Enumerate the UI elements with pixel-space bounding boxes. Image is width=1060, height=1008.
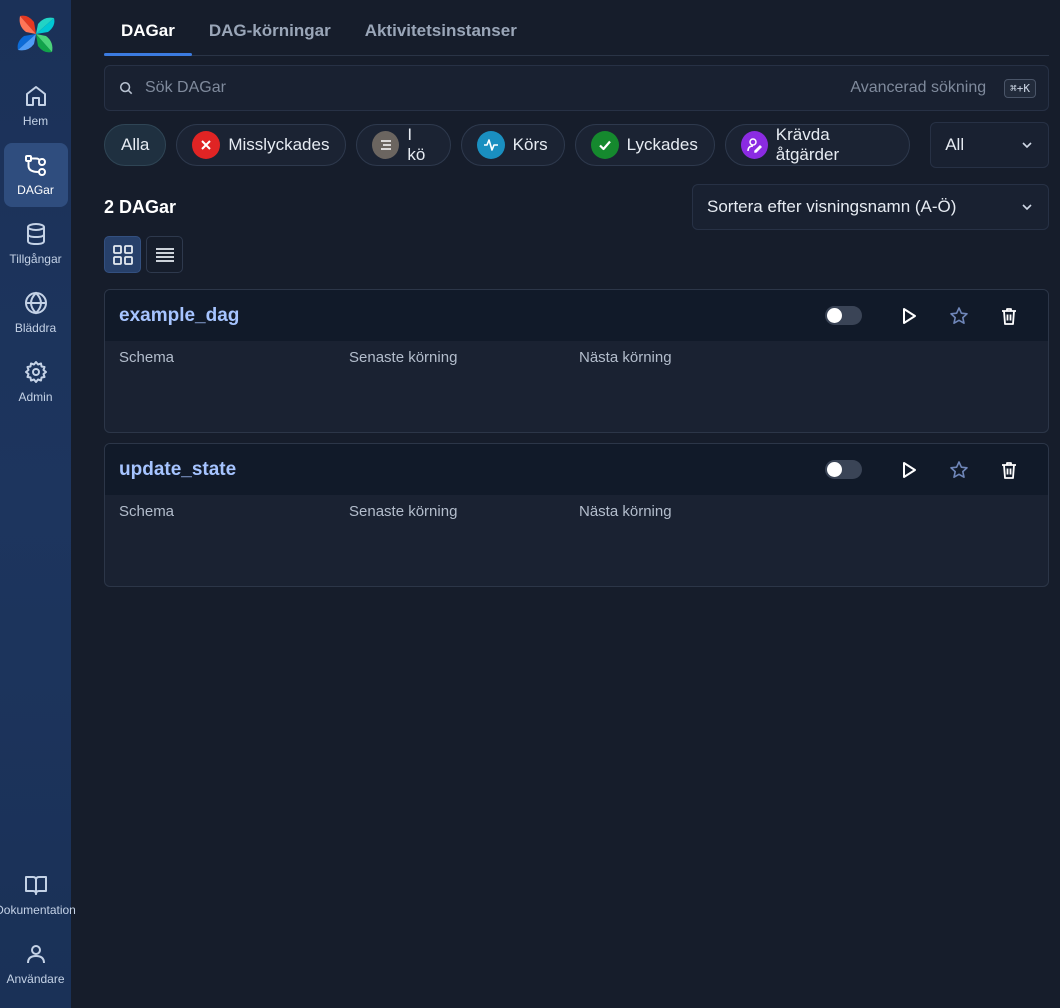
filter-running-label: Körs [512, 135, 548, 154]
activity-icon [476, 131, 505, 159]
state-filters: Alla Misslyckades I kö Körs Lyckades Krä… [104, 122, 1050, 168]
delete-dag-button[interactable] [984, 452, 1034, 488]
pause-toggle[interactable] [825, 306, 862, 325]
filter-all[interactable]: Alla [104, 124, 167, 166]
chevron-down-icon [1022, 204, 1032, 211]
card-view-button[interactable] [104, 236, 141, 273]
trigger-dag-button[interactable] [884, 452, 934, 488]
dag-name-link[interactable]: update_state [119, 459, 236, 481]
airflow-logo[interactable] [14, 12, 58, 56]
nav-user-label: Användare [6, 972, 65, 986]
schedule-label: Schema [119, 349, 175, 366]
nav-browse-label: Bläddra [14, 321, 57, 335]
dag-actions [825, 298, 1034, 334]
trigger-dag-button[interactable] [884, 298, 934, 334]
gear-icon [24, 361, 47, 383]
nav-home-label: Hem [22, 114, 49, 128]
nav-dags[interactable]: DAGar [3, 143, 68, 207]
filter-failed-label: Misslyckades [228, 135, 330, 154]
nav-dags-label: DAGar [17, 183, 54, 197]
main-content: DAGar DAG-körningar Aktivitetsinstanser … [104, 0, 1050, 587]
play-icon [903, 307, 916, 324]
database-icon [26, 223, 45, 246]
view-toggle [104, 236, 1049, 273]
home-icon [25, 86, 46, 106]
list-header: 2 DAGar Sortera efter visningsnamn (A-Ö) [104, 184, 1049, 230]
user-edit-icon [740, 131, 768, 159]
queue-icon [372, 131, 400, 159]
dag-count: 2 DAGar [104, 196, 177, 217]
favorite-button[interactable] [934, 452, 984, 488]
star-icon [950, 460, 968, 478]
toggle-knob [827, 462, 842, 477]
dag-actions [825, 452, 1034, 488]
filter-queued[interactable]: I kö [356, 124, 451, 166]
search-bar: Avancerad sökning ⌘+K [104, 65, 1049, 111]
dag-card: update_state Schema Senaste körning Näst… [104, 443, 1049, 587]
trash-icon [1002, 461, 1016, 479]
nav-admin[interactable]: Admin [4, 350, 68, 414]
filter-required-actions[interactable]: Krävda åtgärder [724, 124, 911, 166]
list-icon [155, 247, 174, 262]
nav-assets[interactable]: Tillgångar [4, 212, 68, 276]
nav-assets-label: Tillgångar [9, 252, 62, 266]
x-icon [192, 131, 221, 159]
filter-success-label: Lyckades [626, 135, 698, 154]
search-input[interactable] [145, 79, 851, 97]
filter-success[interactable]: Lyckades [574, 124, 715, 166]
sort-select-value: Sortera efter visningsnamn (A-Ö) [707, 197, 957, 216]
trash-icon [1002, 307, 1016, 325]
dag-card-body: Schema Senaste körning Nästa körning [105, 341, 1048, 374]
play-icon [903, 461, 916, 478]
favorite-button[interactable] [934, 298, 984, 334]
book-icon [24, 876, 47, 895]
latest-run-label: Senaste körning [349, 349, 458, 366]
check-icon [590, 131, 619, 159]
filter-select[interactable]: All [930, 122, 1050, 168]
dag-card: example_dag Schema Senaste körning Nästa… [104, 289, 1049, 433]
table-view-button[interactable] [146, 236, 183, 273]
tab-dag-runs[interactable]: DAG-körningar [192, 21, 348, 55]
nav-docs-label: Dokumentation [0, 903, 76, 917]
nav-user[interactable]: Användare [0, 932, 71, 996]
globe-icon [24, 291, 47, 315]
filter-required-actions-label: Krävda åtgärder [775, 125, 840, 164]
dag-card-body: Schema Senaste körning Nästa körning [105, 495, 1048, 528]
nav-docs[interactable]: Dokumentation [0, 863, 76, 927]
advanced-search-link[interactable]: Avancerad sökning [850, 79, 986, 97]
nav-home[interactable]: Hem [4, 74, 68, 138]
pause-toggle[interactable] [825, 460, 862, 479]
schedule-label: Schema [119, 503, 175, 520]
dag-card-header: update_state [105, 444, 1048, 495]
tab-task-instances[interactable]: Aktivitetsinstanser [348, 21, 534, 55]
filter-all-label: Alla [121, 135, 150, 154]
user-icon [26, 945, 45, 964]
search-shortcut-badge: ⌘+K [1004, 78, 1036, 98]
search-icon [119, 81, 133, 95]
filter-failed[interactable]: Misslyckades [176, 124, 347, 166]
sidebar: Hem DAGar Tillgångar Bläddra Admin Dokum… [0, 0, 76, 1008]
next-run-label: Nästa körning [579, 349, 672, 366]
toggle-knob [827, 308, 842, 323]
filter-select-value: All [945, 135, 965, 154]
filter-queued-label: I kö [407, 125, 426, 164]
filter-running[interactable]: Körs [460, 124, 565, 166]
dag-icon [24, 155, 46, 176]
nav-browse[interactable]: Bläddra [4, 281, 68, 345]
dag-name-link[interactable]: example_dag [119, 305, 239, 327]
star-icon [950, 306, 968, 324]
nav-admin-label: Admin [18, 390, 53, 404]
chevron-down-icon [1022, 142, 1032, 149]
grid-icon [112, 244, 133, 265]
tab-bar: DAGar DAG-körningar Aktivitetsinstanser [104, 0, 1049, 56]
dag-card-header: example_dag [105, 290, 1048, 341]
next-run-label: Nästa körning [579, 503, 672, 520]
tab-dags[interactable]: DAGar [104, 21, 192, 56]
sort-select[interactable]: Sortera efter visningsnamn (A-Ö) [692, 184, 1049, 230]
delete-dag-button[interactable] [984, 298, 1034, 334]
latest-run-label: Senaste körning [349, 503, 458, 520]
